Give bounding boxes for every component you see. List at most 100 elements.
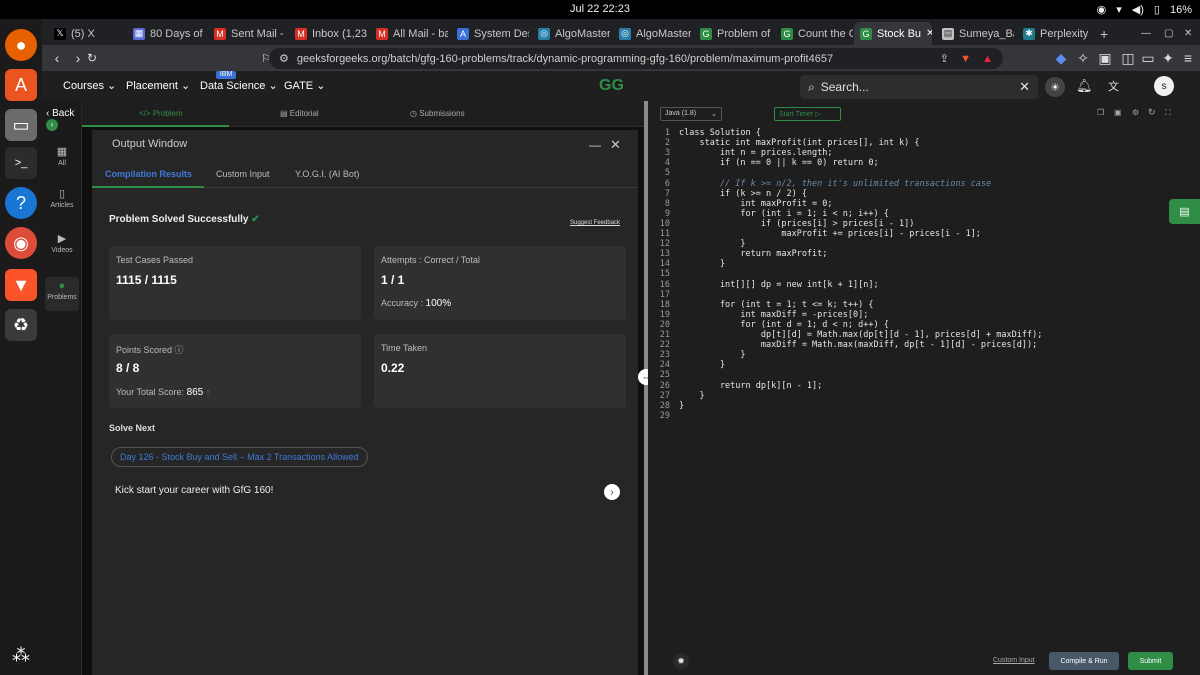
tab-label: System Des [474, 27, 529, 40]
new-tab-button[interactable]: + [1094, 22, 1114, 45]
extensions-icon[interactable]: ▣ [1096, 48, 1114, 68]
brave-rewards-icon[interactable]: ▲ [982, 53, 993, 65]
system-tray[interactable]: ◉ ▾ ◀) ▯ 16% [1097, 3, 1192, 17]
terminal-icon[interactable]: >_ [5, 147, 37, 179]
close-window-icon[interactable]: ✕ [1178, 22, 1200, 45]
browser-tab[interactable]: M Sent Mail - [208, 22, 286, 45]
system-clock[interactable]: Jul 22 22:23 [0, 3, 1200, 15]
tab-problem[interactable]: </> Problem [139, 109, 183, 118]
sidebar-item-problems[interactable]: ● Problems [45, 277, 79, 311]
clear-search-icon[interactable]: ✕ [1019, 79, 1030, 95]
chat-feedback-icon[interactable]: ▤ [1169, 199, 1200, 224]
chevron-down-icon: ⌄ [711, 111, 717, 118]
next-arrow-button[interactable]: › [604, 484, 620, 500]
menu-icon[interactable]: ≡ [1179, 48, 1197, 68]
volume-icon[interactable]: ◀) [1132, 3, 1144, 16]
tab-yogi-ai-bot[interactable]: Y.O.G.I. (AI Bot) [295, 169, 359, 179]
back-arrow-icon[interactable]: ‹ [48, 48, 66, 68]
sidebar-item-all[interactable]: ▦ All [42, 145, 82, 167]
compile-run-button[interactable]: Compile & Run [1049, 652, 1119, 670]
tab-label: Sumeya_Ba [959, 27, 1014, 40]
algomaster-icon: ◎ [619, 27, 631, 40]
browser-tab[interactable]: A System Des [451, 22, 529, 45]
tab-submissions[interactable]: ◷ Submissions [410, 109, 465, 118]
code-line: } [679, 390, 705, 401]
minimize-window-icon[interactable]: — [1135, 22, 1157, 45]
firefox-icon[interactable]: ● [5, 29, 37, 61]
notification-bell-icon[interactable]: 🔔︎ [1076, 78, 1093, 94]
tab-custom-input[interactable]: Custom Input [216, 169, 270, 179]
wallet-icon[interactable]: ▭ [1139, 48, 1157, 68]
translate-icon[interactable]: 文 [1108, 78, 1119, 94]
browser-tab[interactable]: ▤ Sumeya_Ba [936, 22, 1014, 45]
site-info-icon[interactable]: ⚙ [279, 52, 289, 65]
custom-input-link[interactable]: Custom Input [993, 657, 1035, 664]
trash-icon[interactable]: ♻ [5, 309, 37, 341]
help-icon[interactable]: ? [5, 187, 37, 219]
theme-toggle-icon[interactable]: ☀ [1045, 77, 1065, 97]
reset-icon[interactable]: ↻ [1148, 107, 1156, 118]
gfg-icon: G [781, 27, 793, 40]
browser-tab[interactable]: ◎ AlgoMaster [532, 22, 610, 45]
code-area[interactable]: class Solution { static int maxProfit(in… [648, 125, 1200, 645]
start-timer-button[interactable]: Start Timer ▷ [774, 107, 841, 121]
brave-icon[interactable]: ▼ [5, 269, 37, 301]
chrome-tray-icon[interactable]: ◉ [1097, 3, 1107, 16]
chrome-icon[interactable]: ◉ [5, 227, 37, 259]
share-icon[interactable]: ⇪ [940, 52, 949, 65]
next-problem-chip[interactable]: Day 126 - Stock Buy and Sell – Max 2 Tra… [111, 447, 368, 467]
submit-button[interactable]: Submit [1128, 652, 1173, 670]
search-input[interactable]: ⌕ Search... ✕ [800, 75, 1038, 99]
sidebar-item-videos[interactable]: ▶ Videos [42, 232, 82, 254]
settings-icon[interactable]: ⚙ [1132, 108, 1139, 117]
save-icon[interactable]: ▣ [1114, 108, 1122, 117]
browser-tab[interactable]: M Inbox (1,23 [289, 22, 367, 45]
maximize-window-icon[interactable]: ▢ [1158, 22, 1180, 45]
nav-placement[interactable]: Placement ⌄ [126, 79, 190, 92]
brave-shields-icon[interactable]: ▼ [960, 53, 971, 65]
code-line: int maxDiff = -prices[0]; [679, 309, 869, 320]
leo-ai-icon[interactable]: ✧ [1074, 48, 1092, 68]
fullscreen-icon[interactable]: ⛶ [1165, 108, 1171, 118]
wifi-icon[interactable]: ▾ [1116, 3, 1122, 16]
tab-editorial[interactable]: ▤ Editorial [280, 109, 319, 118]
back-button[interactable]: ‹ Back › [42, 108, 82, 131]
close-icon[interactable]: ✕ [610, 137, 621, 153]
code-line: int maxProfit = 0; [679, 198, 833, 209]
arrow-up-icon: ↑ [205, 387, 211, 397]
tab-compilation-results[interactable]: Compilation Results [105, 169, 192, 179]
vpn-shield-icon[interactable]: ◆ [1052, 48, 1070, 68]
minimize-icon[interactable]: — [589, 138, 601, 152]
battery-icon[interactable]: ▯ [1154, 3, 1160, 16]
avatar[interactable]: s [1154, 76, 1174, 96]
address-bar[interactable]: ⚙ geeksforgeeks.org/batch/gfg-160-proble… [269, 48, 1003, 69]
nav-gate[interactable]: GATE ⌄ [284, 79, 325, 92]
language-select[interactable]: Java (1.8) ⌄ [660, 107, 722, 121]
close-tab-icon[interactable]: ✕ [926, 28, 932, 39]
sidebar-icon[interactable]: ◫ [1119, 48, 1137, 68]
lightbulb-icon[interactable]: ✹ [673, 653, 689, 669]
document-icon: ▤ [280, 109, 288, 118]
show-apps-icon[interactable]: ⁂ [5, 639, 37, 671]
app-center-icon[interactable]: A [5, 69, 37, 101]
browser-tab-active[interactable]: G Stock Bu ✕ [854, 22, 932, 45]
browser-tab[interactable]: ✱ Perplexity [1017, 22, 1095, 45]
browser-tab[interactable]: ◎ AlgoMaster [613, 22, 691, 45]
browser-tab[interactable]: G Problem of [694, 22, 772, 45]
reload-icon[interactable]: ↻ [83, 48, 101, 68]
expand-arrow-icon[interactable]: › [46, 119, 58, 131]
nav-data-science[interactable]: Data Science ⌄ [200, 79, 278, 92]
browser-tab[interactable]: 𝕏 (5) X [48, 22, 121, 45]
copy-icon[interactable]: ❐ [1097, 108, 1104, 117]
nav-courses[interactable]: Courses ⌄ [63, 79, 116, 92]
info-icon[interactable]: ⓘ [175, 345, 184, 355]
files-icon[interactable]: ▭ [5, 109, 37, 141]
gfg-logo[interactable]: GG [599, 77, 624, 95]
browser-tab[interactable]: G Count the C [775, 22, 853, 45]
suggest-feedback-link[interactable]: Suggest Feedback [570, 220, 620, 226]
browser-tab[interactable]: M All Mail - ba [370, 22, 448, 45]
browser-tab[interactable]: ▦ 80 Days of [127, 22, 205, 45]
ai-sparkle-icon[interactable]: ✦ [1159, 48, 1177, 68]
sidebar-item-articles[interactable]: ▯ Articles [42, 187, 82, 209]
play-icon: ▷ [815, 111, 821, 118]
